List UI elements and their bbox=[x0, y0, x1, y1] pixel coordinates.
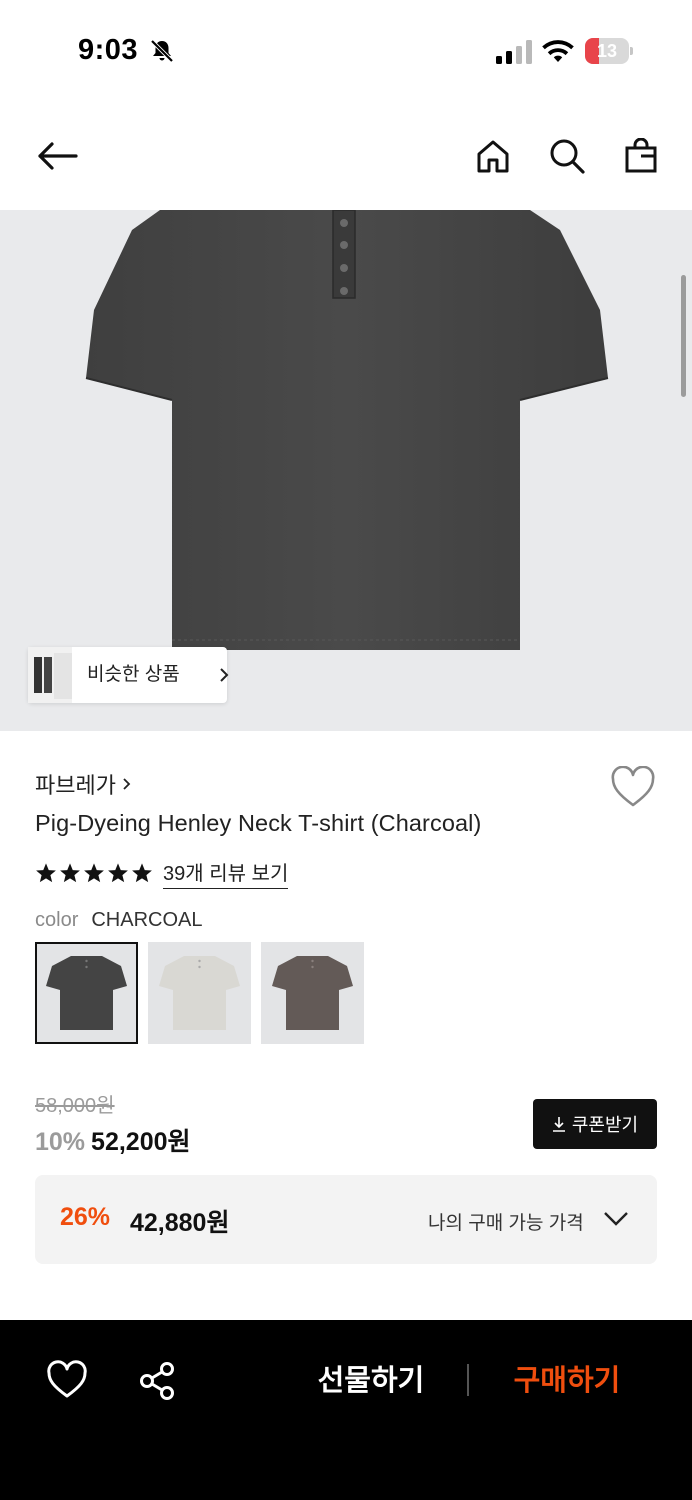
bell-slash-icon bbox=[150, 39, 174, 63]
buy-button[interactable]: 구매하기 bbox=[492, 1350, 642, 1412]
best-price: 42,880원 bbox=[130, 1209, 230, 1237]
heart-icon bbox=[47, 1360, 87, 1398]
bottom-wishlist-button[interactable] bbox=[46, 1360, 88, 1402]
tshirt-thumbnail bbox=[159, 956, 240, 1030]
coupon-label: 쿠폰받기 bbox=[571, 1115, 639, 1135]
navigation-bar bbox=[0, 100, 692, 210]
similar-thumbnails bbox=[28, 647, 72, 703]
best-discount-rate: 26% bbox=[60, 1203, 111, 1231]
color-swatch-charcoal[interactable] bbox=[35, 942, 138, 1044]
review-link[interactable]: 39개 리뷰 보기 bbox=[163, 857, 289, 889]
rating-row: 39개 리뷰 보기 bbox=[35, 857, 289, 889]
similar-products-label: 비슷한 상품 bbox=[87, 664, 180, 685]
brand-link[interactable]: 파브레가 bbox=[35, 768, 132, 800]
chevron-right-icon bbox=[220, 668, 229, 682]
home-icon bbox=[477, 140, 509, 173]
color-swatch-ivory[interactable] bbox=[148, 942, 251, 1044]
share-icon bbox=[140, 1362, 174, 1400]
signal-icon bbox=[496, 40, 532, 64]
wifi-icon bbox=[542, 40, 574, 62]
my-price-dropdown[interactable]: 26% 42,880원 나의 구매 가능 가격 bbox=[35, 1175, 657, 1264]
chevron-down-icon bbox=[604, 1212, 628, 1226]
price-row: 10% 52,200원 bbox=[35, 1122, 191, 1158]
tshirt-thumbnail bbox=[272, 956, 353, 1030]
star-icon bbox=[108, 863, 128, 883]
product-title: Pig-Dyeing Henley Neck T-shirt (Charcoal… bbox=[35, 810, 482, 836]
star-icon bbox=[36, 863, 56, 883]
share-button[interactable] bbox=[137, 1360, 179, 1402]
sale-price: 52,200원 bbox=[91, 1128, 191, 1156]
scroll-indicator[interactable] bbox=[681, 275, 686, 397]
color-row: color CHARCOAL bbox=[35, 909, 203, 932]
star-icon bbox=[132, 863, 152, 883]
back-button[interactable] bbox=[34, 134, 80, 178]
rating-stars bbox=[35, 862, 153, 884]
shopping-bag-icon bbox=[625, 138, 657, 173]
back-arrow-icon bbox=[38, 142, 78, 170]
download-icon bbox=[552, 1117, 565, 1132]
gift-button[interactable]: 선물하기 bbox=[296, 1350, 446, 1412]
color-swatch-brown[interactable] bbox=[261, 942, 364, 1044]
best-price-label: 나의 구매 가능 가격 bbox=[428, 1213, 584, 1234]
brand-name: 파브레가 bbox=[35, 773, 116, 798]
color-label: color bbox=[35, 909, 79, 931]
star-icon bbox=[84, 863, 104, 883]
heart-icon bbox=[611, 765, 655, 807]
star-icon bbox=[60, 863, 80, 883]
color-value: CHARCOAL bbox=[91, 909, 203, 931]
wishlist-button[interactable] bbox=[610, 765, 656, 810]
divider bbox=[467, 1364, 469, 1396]
search-icon bbox=[550, 139, 585, 174]
similar-products-button[interactable]: 비슷한 상품 bbox=[28, 647, 229, 703]
tshirt-thumbnail bbox=[46, 956, 127, 1030]
status-time: 9:03 bbox=[78, 34, 139, 66]
home-button[interactable] bbox=[473, 134, 513, 178]
battery-level: 13 bbox=[596, 41, 618, 61]
coupon-button[interactable]: 쿠폰받기 bbox=[533, 1099, 657, 1149]
discount-rate: 10% bbox=[35, 1128, 86, 1156]
chevron-right-icon bbox=[123, 778, 131, 790]
search-button[interactable] bbox=[547, 134, 587, 178]
cart-button[interactable] bbox=[621, 134, 661, 178]
original-price: 58,000원 bbox=[35, 1095, 115, 1117]
battery-icon: 13 bbox=[585, 38, 633, 64]
status-bar: 9:03 13 bbox=[0, 0, 692, 100]
